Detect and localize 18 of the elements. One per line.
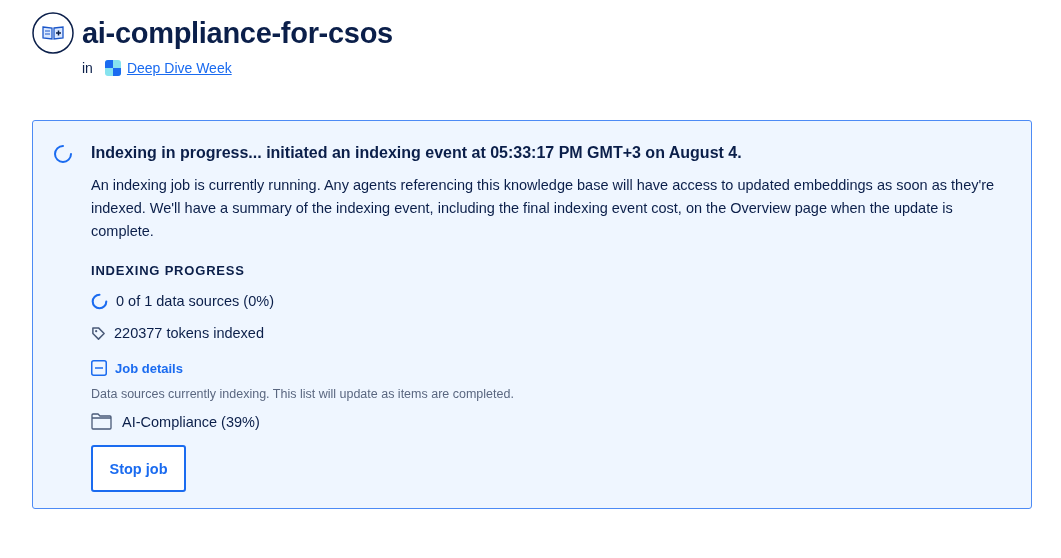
status-heading: Indexing in progress... initiated an indexing event at 05:33:17 PM GMT+3 on August 4. [91,143,743,163]
spinner-icon [91,292,108,310]
status-description: An indexing job is currently running. Any agents referencing this knowledge base will have access to updated embeddings as soon as they're indexed. We'll have a summary of the indexing event, including the final indexing event cost, on the Overview page when the update is complete. [91,176,996,241]
section-label: INDEXING PROGRESS [91,263,246,278]
book-icon [32,12,74,54]
workspace-link[interactable]: Deep Dive Week [126,60,232,76]
tag-icon [91,325,106,341]
workspace-icon [104,60,121,76]
in-label: in [82,60,93,76]
spinner-icon [53,144,73,164]
stat-text: 0 of 1 data sources (0%) [116,293,274,309]
stat-text: 220377 tokens indexed [114,325,264,341]
job-details-toggle[interactable]: Job details [91,360,183,376]
job-details-note: Data sources currently indexing. This list will update as items are completed. [91,387,515,401]
stop-job-button[interactable]: Stop job [91,445,186,492]
source-name: AI-Compliance (39%) [122,413,260,430]
page-title: ai-compliance-for-csos [82,16,393,50]
folder-icon [91,413,112,430]
